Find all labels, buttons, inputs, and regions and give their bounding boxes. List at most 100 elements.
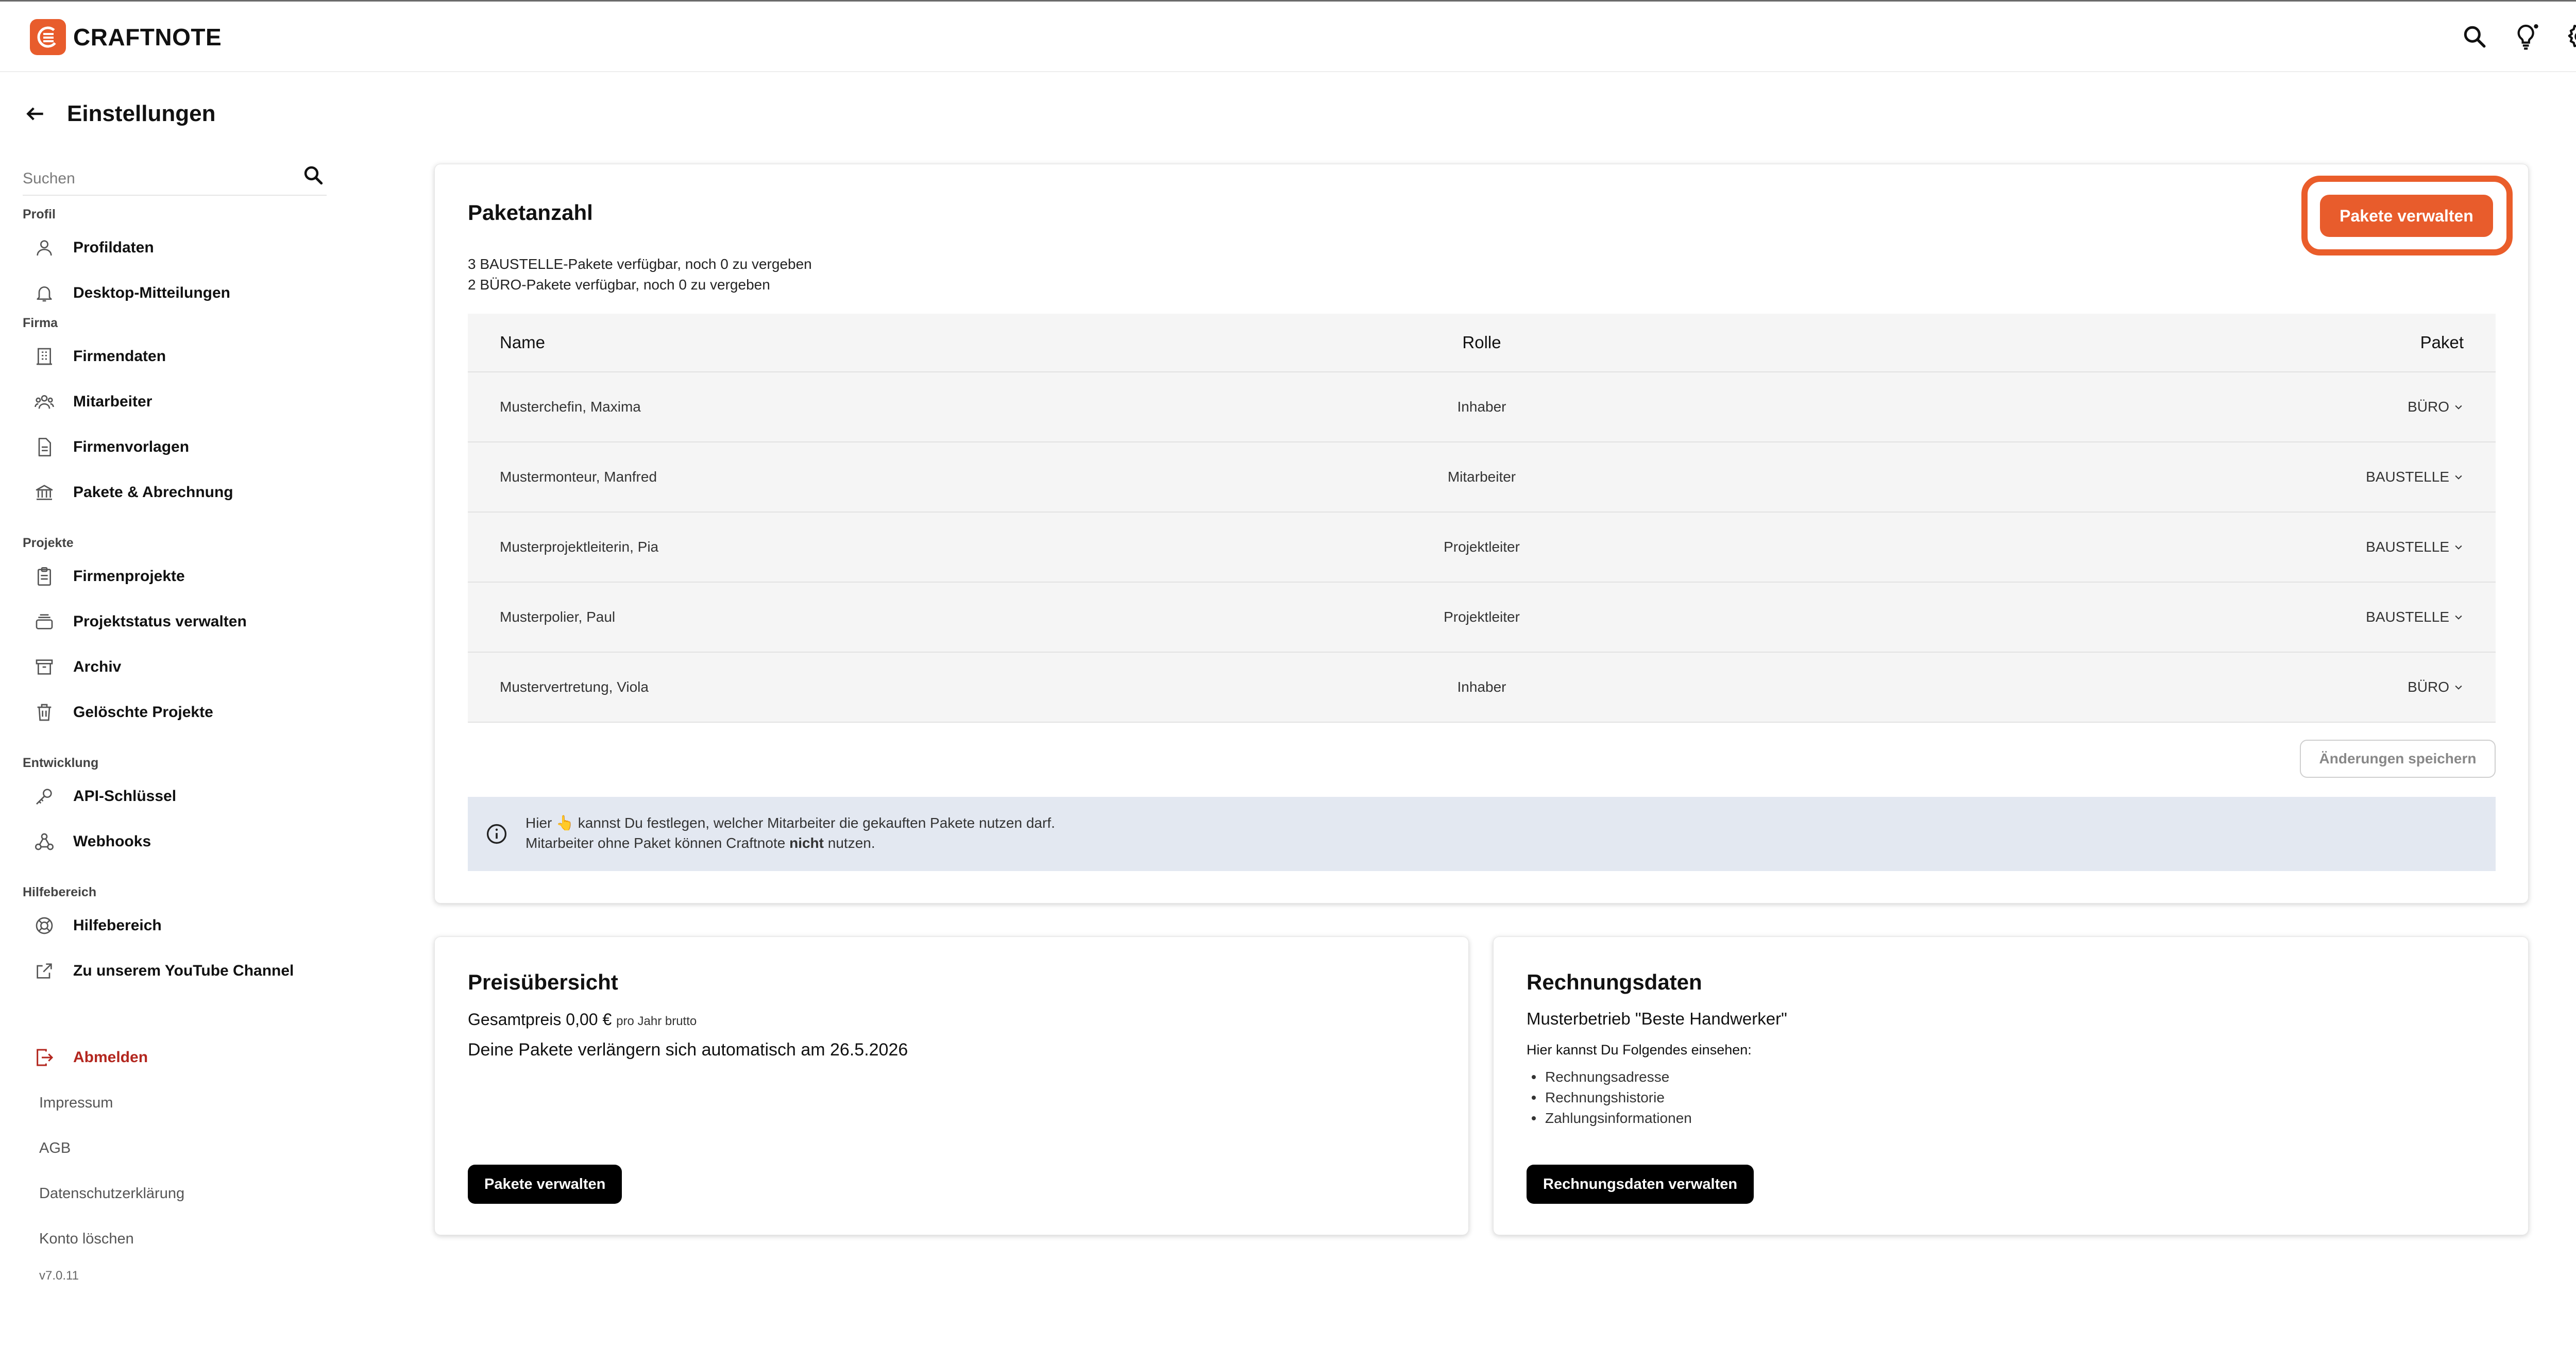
- package-select[interactable]: BÜRO: [2408, 372, 2464, 441]
- manage-packages-button[interactable]: Pakete verwalten: [2320, 195, 2493, 237]
- sidebar-item-desktop-mitteilungen[interactable]: Desktop-Mitteilungen: [23, 270, 327, 316]
- info-box: Hier 👆 kannst Du festlegen, welcher Mita…: [468, 797, 2496, 871]
- impressum-link[interactable]: Impressum: [23, 1080, 327, 1126]
- available-baustelle: 3 BAUSTELLE-Pakete verfügbar, noch 0 zu …: [468, 256, 812, 272]
- search-icon[interactable]: [2458, 20, 2491, 53]
- table-row: Musterchefin, Maxima Inhaber BÜRO: [468, 372, 2496, 442]
- sidebar-search: [23, 155, 327, 196]
- chevron-down-icon: [2455, 545, 2462, 550]
- available-buero: 2 BÜRO-Pakete verfügbar, noch 0 zu verge…: [468, 277, 770, 293]
- chevron-down-icon: [2455, 405, 2462, 410]
- billing-title: Rechnungsdaten: [1527, 970, 1702, 994]
- datenschutz-link[interactable]: Datenschutzerklärung: [23, 1171, 327, 1216]
- sidebar-item-firmenvorlagen[interactable]: Firmenvorlagen: [23, 424, 327, 470]
- billing-company: Musterbetrieb "Beste Handwerker": [1527, 1009, 1787, 1028]
- sidebar-item-api-schluessel[interactable]: API-Schlüssel: [23, 774, 327, 819]
- manage-packages-highlight: Pakete verwalten: [2301, 176, 2513, 255]
- package-value: BAUSTELLE: [2366, 539, 2449, 555]
- packages-title: Paketanzahl: [468, 200, 593, 225]
- sidebar-item-firmenprojekte[interactable]: Firmenprojekte: [23, 554, 327, 599]
- list-item: Rechnungshistorie: [1527, 1087, 1692, 1108]
- app-version: v7.0.11: [39, 1269, 79, 1283]
- table-header: Name Rolle Paket: [468, 314, 2496, 372]
- info-line-1: Hier 👆 kannst Du festlegen, welcher Mita…: [526, 815, 1055, 831]
- logout-button[interactable]: Abmelden: [23, 1035, 327, 1080]
- total-price: Gesamtpreis 0,00 € pro Jahr brutto: [468, 1010, 697, 1029]
- sidebar-item-youtube-channel[interactable]: Zu unserem YouTube Channel: [23, 948, 327, 994]
- row-name: Musterprojektleiterin, Pia: [500, 539, 659, 555]
- chevron-down-icon: [2455, 475, 2462, 480]
- section-label-entwicklung: Entwicklung: [23, 756, 99, 770]
- sidebar-item-geloeschte-projekte[interactable]: Gelöschte Projekte: [23, 690, 327, 735]
- table-row: Musterpolier, Paul Projektleiter BAUSTEL…: [468, 583, 2496, 653]
- chevron-down-icon: [2455, 615, 2462, 620]
- archive-icon: [33, 656, 56, 678]
- package-select[interactable]: BÜRO: [2408, 653, 2464, 722]
- package-select[interactable]: BAUSTELLE: [2366, 583, 2464, 652]
- sidebar-item-archiv[interactable]: Archiv: [23, 644, 327, 690]
- save-changes-button[interactable]: Änderungen speichern: [2300, 740, 2496, 778]
- sidebar-item-profildaten[interactable]: Profildaten: [23, 225, 327, 270]
- bell-icon: [33, 282, 56, 304]
- row-name: Mustermonteur, Manfred: [500, 469, 657, 485]
- bank-icon: [33, 481, 56, 504]
- sidebar-search-input[interactable]: [23, 166, 280, 192]
- document-icon: [33, 436, 56, 458]
- table-row: Mustermonteur, Manfred Mitarbeiter BAUST…: [468, 442, 2496, 513]
- top-bar: CRAFTNOTE: [0, 2, 2576, 72]
- user-icon: [33, 236, 56, 259]
- logout-icon: [33, 1046, 56, 1069]
- table-row: Musterprojektleiterin, Pia Projektleiter…: [468, 513, 2496, 583]
- sidebar-item-projektstatus-verwalten[interactable]: Projektstatus verwalten: [23, 599, 327, 644]
- billing-hint: Hier kannst Du Folgendes einsehen:: [1527, 1042, 1752, 1058]
- logo-text: CRAFTNOTE: [73, 24, 222, 50]
- package-value: BAUSTELLE: [2366, 609, 2449, 625]
- column-role: Rolle: [1462, 333, 1501, 352]
- settings-sidebar: Profil Profildaten Desktop-Mitteilungen …: [23, 155, 327, 1283]
- back-arrow-icon[interactable]: [23, 101, 48, 127]
- package-value: BAUSTELLE: [2366, 469, 2449, 485]
- price-title: Preisübersicht: [468, 970, 618, 994]
- package-value: BÜRO: [2408, 679, 2449, 695]
- agb-link[interactable]: AGB: [23, 1126, 327, 1171]
- table-row: Mustervertretung, Viola Inhaber BÜRO: [468, 653, 2496, 723]
- sidebar-item-firmendaten[interactable]: Firmendaten: [23, 334, 327, 379]
- konto-loeschen-link[interactable]: Konto löschen: [23, 1216, 327, 1261]
- sidebar-item-hilfebereich[interactable]: Hilfebereich: [23, 903, 327, 948]
- sidebar-search-icon[interactable]: [300, 162, 327, 189]
- webhook-icon: [33, 830, 56, 853]
- sidebar-item-pakete-abrechnung[interactable]: Pakete & Abrechnung: [23, 470, 327, 515]
- column-package: Paket: [2420, 333, 2464, 352]
- package-select[interactable]: BAUSTELLE: [2366, 442, 2464, 512]
- sidebar-item-mitarbeiter[interactable]: Mitarbeiter: [23, 379, 327, 424]
- column-name: Name: [500, 333, 546, 352]
- row-role: Mitarbeiter: [1447, 469, 1516, 485]
- key-icon: [33, 785, 56, 808]
- manage-packages-secondary-button[interactable]: Pakete verwalten: [468, 1165, 622, 1204]
- page-title: Einstellungen: [67, 101, 216, 126]
- info-line-2: Mitarbeiter ohne Paket können Craftnote …: [526, 835, 875, 851]
- manage-billing-button[interactable]: Rechnungsdaten verwalten: [1527, 1165, 1754, 1204]
- clipboard-icon: [33, 565, 56, 588]
- section-label-profil: Profil: [23, 207, 56, 221]
- row-role: Inhaber: [1457, 399, 1506, 415]
- stack-icon: [33, 610, 56, 633]
- section-label-projekte: Projekte: [23, 536, 74, 550]
- lightbulb-icon[interactable]: [2511, 20, 2544, 53]
- pointing-hand-emoji: 👆: [556, 815, 574, 831]
- trash-icon: [33, 701, 56, 724]
- package-select[interactable]: BAUSTELLE: [2366, 513, 2464, 582]
- gear-icon[interactable]: [2563, 20, 2576, 53]
- package-value: BÜRO: [2408, 399, 2449, 415]
- sidebar-item-webhooks[interactable]: Webhooks: [23, 819, 327, 864]
- billing-list: Rechnungsadresse Rechnungshistorie Zahlu…: [1527, 1067, 1692, 1129]
- row-role: Inhaber: [1457, 679, 1506, 695]
- building-icon: [33, 345, 56, 368]
- list-item: Rechnungsadresse: [1527, 1067, 1692, 1087]
- row-name: Musterpolier, Paul: [500, 609, 616, 625]
- craftnote-logo[interactable]: CRAFTNOTE: [30, 19, 222, 55]
- packages-card: Paketanzahl Pakete verwalten 3 BAUSTELLE…: [434, 164, 2529, 903]
- external-link-icon: [33, 960, 56, 982]
- chevron-down-icon: [2455, 685, 2462, 690]
